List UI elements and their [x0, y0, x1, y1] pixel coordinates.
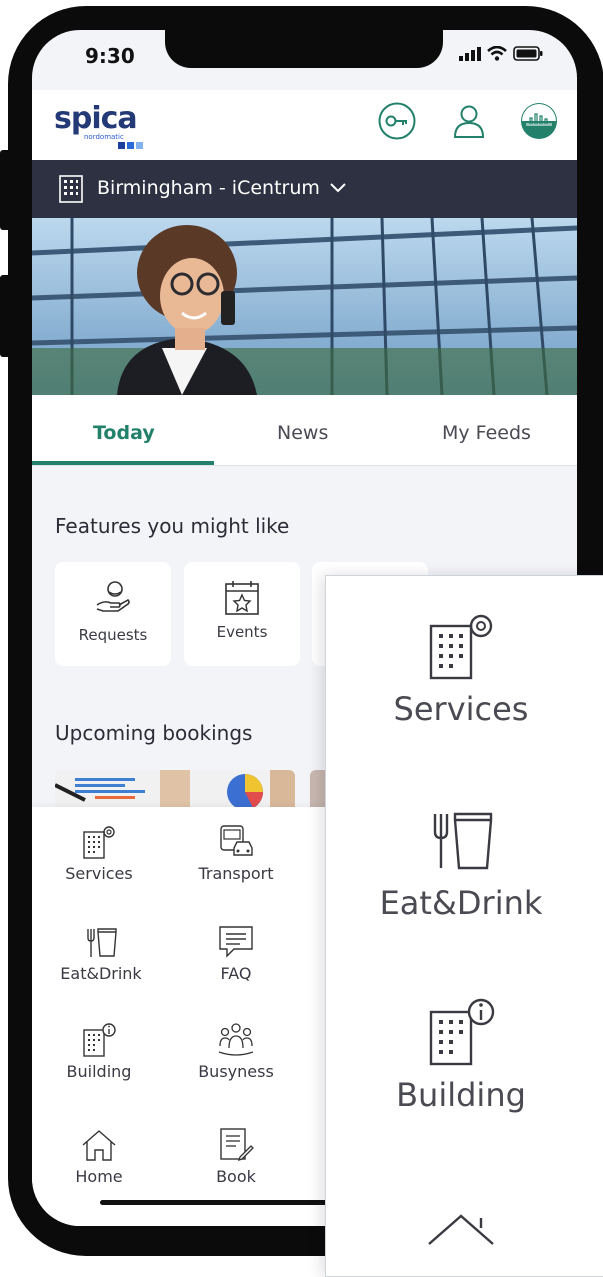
active-tab-indicator	[32, 461, 214, 465]
menu-item-building[interactable]: Building	[39, 1022, 159, 1081]
menu-item-eat-drink[interactable]: Eat&Drink	[41, 924, 161, 983]
logo-text: spica	[54, 101, 138, 136]
booking-thumbnail[interactable]	[55, 770, 295, 810]
menu-item-label: Building	[66, 1062, 132, 1081]
panel-item-eat-drink[interactable]: Eat&Drink	[326, 810, 596, 922]
menu-item-label: Busyness	[198, 1062, 274, 1081]
panel-item-building[interactable]: Building	[326, 996, 596, 1114]
panel-item-home-partial[interactable]	[326, 1208, 596, 1248]
tab-today[interactable]: Today	[93, 422, 155, 444]
menu-item-faq[interactable]: FAQ	[176, 924, 296, 983]
home-indicator	[100, 1200, 330, 1205]
building-avatar-icon[interactable]	[520, 102, 558, 140]
building-info-icon	[83, 1023, 116, 1057]
panel-item-services[interactable]: Services	[326, 610, 596, 728]
menu-item-label: FAQ	[220, 964, 252, 983]
menu-item-label: Services	[65, 864, 133, 883]
status-icons	[459, 46, 543, 61]
feature-card-events[interactable]: Events	[184, 562, 300, 666]
book-pen-icon	[220, 1128, 254, 1162]
menu-item-transport[interactable]: Transport	[176, 824, 296, 883]
menu-item-label: Book	[216, 1167, 256, 1186]
people-icon	[218, 1023, 254, 1056]
menu-item-services[interactable]: Services	[39, 824, 159, 883]
battery-icon	[513, 46, 543, 61]
chevron-down-icon	[330, 183, 346, 193]
fork-cup-icon	[433, 812, 493, 870]
status-time: 9:30	[85, 44, 135, 68]
building-info-icon	[429, 998, 495, 1066]
user-icon[interactable]	[450, 102, 488, 140]
logo-subtext: nordomatic	[84, 133, 124, 141]
notch	[165, 30, 443, 68]
zoomed-menu-panel: Services Eat&Drink Building	[325, 575, 603, 1277]
bus-car-icon	[220, 825, 253, 856]
feature-card-requests[interactable]: Requests	[55, 562, 171, 666]
fork-cup-icon	[87, 928, 117, 957]
hero-banner-image	[32, 218, 577, 395]
requests-hand-icon	[96, 581, 130, 612]
menu-item-home[interactable]: Home	[39, 1127, 159, 1186]
tab-news[interactable]: News	[277, 422, 328, 444]
location-selector[interactable]: Birmingham - iCentrum	[32, 160, 577, 218]
feature-card-label: Requests	[78, 626, 148, 644]
features-title: Features you might like	[55, 514, 290, 538]
home-icon	[82, 1130, 116, 1161]
calendar-star-icon	[225, 581, 259, 615]
quick-menu: Services Transport Eat&Drink FAQ Buildin…	[32, 807, 332, 1226]
signal-icon	[459, 46, 481, 61]
home-icon	[428, 1214, 494, 1245]
bookings-title: Upcoming bookings	[55, 721, 253, 745]
menu-item-book[interactable]: Book	[176, 1127, 296, 1186]
menu-item-busyness[interactable]: Busyness	[176, 1022, 296, 1081]
app-header: spica nordomatic	[32, 90, 577, 160]
content-tabs: Today News My Feeds	[32, 395, 577, 466]
building-gear-icon	[429, 614, 493, 680]
wifi-icon	[487, 46, 507, 61]
panel-item-label: Building	[396, 1076, 526, 1114]
feature-card-label: Events	[216, 623, 268, 641]
building-gear-icon	[83, 826, 115, 859]
location-label: Birmingham - iCentrum	[97, 177, 320, 199]
tab-my-feeds[interactable]: My Feeds	[442, 422, 531, 444]
spica-logo: spica nordomatic	[54, 101, 143, 149]
chat-icon	[219, 926, 253, 958]
key-icon[interactable]	[378, 102, 416, 140]
panel-item-label: Services	[393, 690, 529, 728]
panel-item-label: Eat&Drink	[379, 884, 543, 922]
menu-item-label: Eat&Drink	[60, 964, 142, 983]
menu-item-label: Transport	[198, 864, 274, 883]
building-icon	[59, 175, 83, 203]
menu-item-label: Home	[75, 1167, 123, 1186]
